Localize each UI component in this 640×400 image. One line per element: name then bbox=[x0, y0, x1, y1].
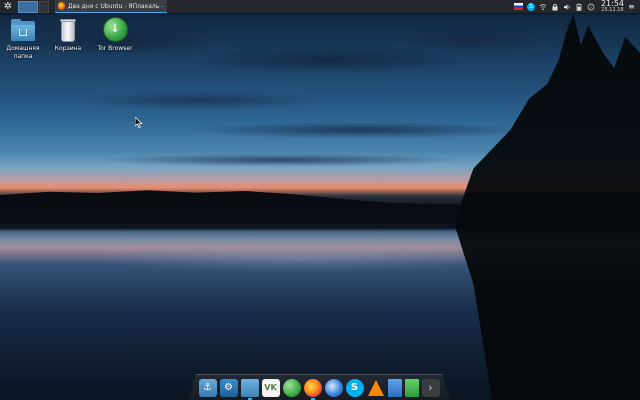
desktop-icon-label: Корзина bbox=[54, 45, 82, 52]
volume-icon[interactable] bbox=[563, 3, 571, 11]
clock[interactable]: 21:54 25.12.18 bbox=[601, 0, 624, 13]
desktop-icon-label: Tor Browser bbox=[97, 45, 133, 52]
firefox-icon[interactable] bbox=[303, 378, 322, 400]
system-tray: S i 21:54 25.12.18 ≡ bbox=[513, 0, 640, 13]
running-indicator bbox=[247, 397, 252, 400]
spreadsheet-icon[interactable] bbox=[404, 378, 419, 397]
top-panel: ✲ Два дня с Ubuntu - ЯПлакаль - Mo... S … bbox=[0, 0, 640, 14]
file-manager-icon[interactable] bbox=[240, 378, 259, 400]
anchor-icon[interactable]: ⚓ bbox=[198, 378, 217, 397]
trash-icon bbox=[54, 17, 82, 43]
virtual-desktop-1[interactable] bbox=[18, 0, 38, 13]
dock: ⚓ ⚙ VK S › bbox=[188, 374, 450, 400]
desktop-icon-home-folder[interactable]: Домашняя папка bbox=[1, 17, 45, 60]
thunderbird-icon[interactable] bbox=[324, 378, 343, 397]
svg-text:i: i bbox=[590, 4, 591, 10]
desktop-icon-tor-browser[interactable]: ↓ Tor Browser bbox=[93, 17, 137, 53]
skype-icon[interactable]: S bbox=[345, 378, 364, 397]
desktop-icon-trash[interactable]: Корзина bbox=[46, 17, 90, 53]
notifications-icon[interactable]: i bbox=[587, 3, 595, 11]
skype-icon[interactable]: S bbox=[526, 2, 535, 11]
kde-logo-icon[interactable]: ✲ bbox=[0, 0, 16, 14]
ru-flag-icon[interactable] bbox=[513, 3, 523, 10]
network-icon[interactable] bbox=[539, 3, 547, 11]
vk-icon[interactable]: VK bbox=[261, 378, 280, 397]
vpn-lock-icon[interactable] bbox=[551, 3, 559, 11]
clock-date: 25.12.18 bbox=[601, 7, 624, 13]
more-arrow-icon[interactable]: › bbox=[421, 378, 440, 397]
panel-menu-icon[interactable]: ≡ bbox=[628, 2, 636, 11]
tor-browser-icon: ↓ bbox=[101, 17, 129, 43]
virtual-desktop-2[interactable] bbox=[39, 0, 49, 13]
desktop-icon-label: Домашняя папка bbox=[6, 45, 40, 60]
taskbar-item-browser[interactable]: Два дня с Ubuntu - ЯПлакаль - Mo... bbox=[55, 0, 167, 13]
taskbar-item-label: Два дня с Ubuntu - ЯПлакаль - Mo... bbox=[67, 2, 164, 10]
running-indicator bbox=[310, 397, 315, 400]
tor-browser-icon[interactable] bbox=[282, 378, 301, 397]
battery-icon[interactable] bbox=[575, 3, 583, 11]
document-icon[interactable] bbox=[387, 378, 402, 397]
home-folder-icon bbox=[9, 17, 37, 43]
vlc-icon[interactable] bbox=[367, 379, 385, 397]
settings-icon[interactable]: ⚙ bbox=[219, 378, 238, 397]
firefox-icon bbox=[58, 2, 65, 10]
